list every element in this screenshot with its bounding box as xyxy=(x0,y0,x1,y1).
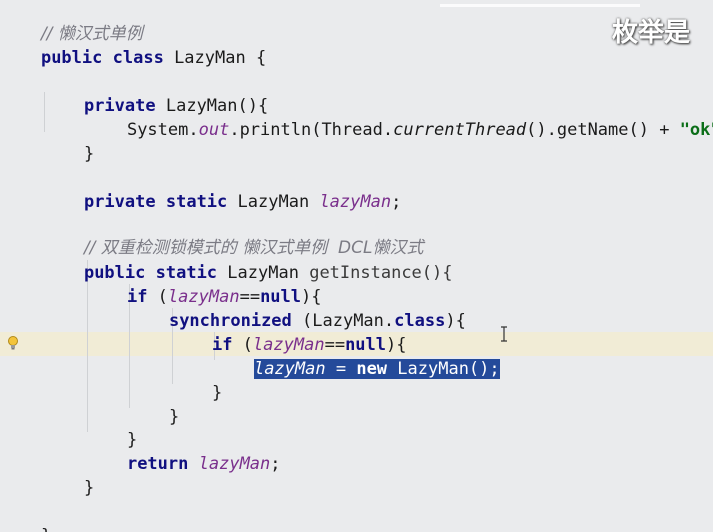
keyword-class: class xyxy=(112,48,164,68)
code-line[interactable]: synchronized (LazyMan.class){ xyxy=(128,285,466,331)
code-line[interactable]: public static LazyMan getInstance(){ xyxy=(43,237,453,283)
text-cursor-icon xyxy=(499,326,509,342)
field-lazyman: lazyMan xyxy=(253,359,326,379)
code-line-current[interactable]: lazyMan = new LazyMan(); xyxy=(213,333,500,379)
code-line[interactable]: // 懒汉式单例 xyxy=(0,0,143,44)
code-line[interactable]: private static LazyMan lazyMan; xyxy=(43,166,401,212)
keyword-public: public xyxy=(40,48,103,68)
overlay-decoration xyxy=(440,0,640,7)
static-field-out: out xyxy=(198,120,230,140)
field-lazyman: lazyMan xyxy=(198,454,271,474)
keyword-private: private xyxy=(83,192,156,212)
code-line[interactable]: if (lazyMan==null){ xyxy=(86,261,322,307)
method-name: getInstance(){ xyxy=(309,263,453,283)
code-editor[interactable]: // 懒汉式单例 public class LazyMan { private … xyxy=(0,0,713,532)
code-line[interactable]: System.out.println(Thread.currentThread(… xyxy=(86,94,713,140)
keyword-return: return xyxy=(126,454,189,474)
code-line[interactable]: if (lazyMan==null){ xyxy=(171,309,407,355)
code-line[interactable]: } xyxy=(171,357,222,403)
code-line[interactable]: } xyxy=(43,118,94,164)
code-line[interactable]: // 双重检测锁模式的 懒汉式单例 DCL懒汉式 xyxy=(43,212,424,258)
static-method-call: currentThread xyxy=(393,120,527,140)
string-literal: "ok" xyxy=(679,120,713,140)
code-line[interactable]: public class LazyMan { xyxy=(0,22,266,68)
keyword-new: new xyxy=(356,359,388,379)
lightbulb-icon[interactable] xyxy=(7,335,19,351)
code-line[interactable]: } xyxy=(128,381,179,427)
class-name: LazyMan xyxy=(174,48,246,68)
code-line[interactable]: private LazyMan(){ xyxy=(43,70,268,116)
text-selection[interactable]: lazyMan = new LazyMan(); xyxy=(253,359,500,379)
code-line[interactable]: } xyxy=(0,500,51,532)
code-line[interactable]: } xyxy=(43,452,94,498)
code-line[interactable]: return lazyMan; xyxy=(86,428,281,474)
keyword-static: static xyxy=(165,192,228,212)
field-lazyman: lazyMan xyxy=(319,192,392,212)
video-subtitle: 枚举是 xyxy=(612,18,691,48)
code-line[interactable]: } xyxy=(86,404,137,450)
